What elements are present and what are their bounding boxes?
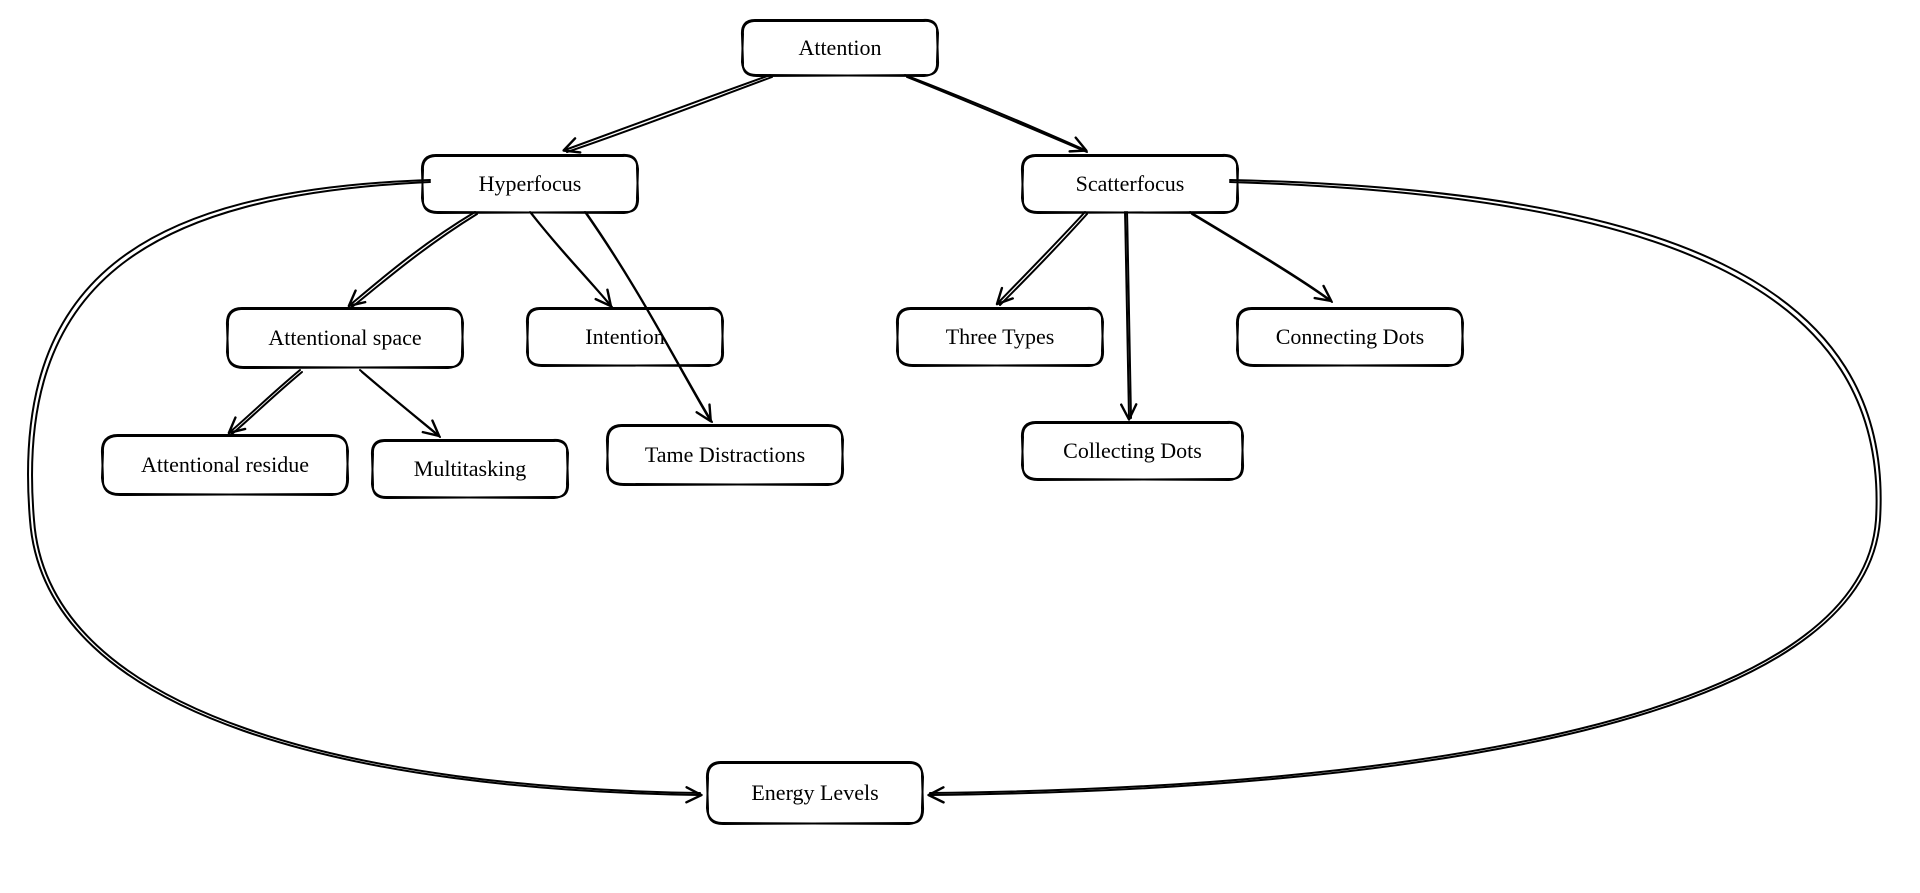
node-label: Attention [798, 35, 881, 61]
node-connecting-dots: Connecting Dots [1235, 306, 1465, 368]
node-label: Scatterfocus [1076, 171, 1185, 197]
edge-attentionalspace-attentionalresidue [230, 370, 300, 432]
node-attentional-space: Attentional space [225, 306, 465, 370]
node-multitasking: Multitasking [370, 438, 570, 500]
node-scatterfocus: Scatterfocus [1020, 153, 1240, 215]
node-collecting-dots: Collecting Dots [1020, 420, 1245, 482]
node-label: Collecting Dots [1063, 438, 1202, 464]
edge-scatterfocus-energylevels [930, 180, 1881, 795]
node-attentional-residue: Attentional residue [100, 433, 350, 497]
node-label: Connecting Dots [1276, 324, 1425, 350]
node-intention: Intention [525, 306, 725, 368]
node-label: Three Types [946, 324, 1055, 350]
node-label: Tame Distractions [645, 442, 805, 468]
node-label: Attentional space [268, 325, 421, 351]
node-label: Energy Levels [751, 780, 878, 806]
edge-scatterfocus-threetypes [998, 212, 1085, 303]
node-three-types: Three Types [895, 306, 1105, 368]
node-label: Multitasking [414, 456, 526, 482]
node-label: Hyperfocus [479, 171, 582, 197]
node-label: Intention [585, 324, 664, 350]
node-label: Attentional residue [141, 452, 309, 478]
node-hyperfocus: Hyperfocus [420, 153, 640, 215]
edge-attention-hyperfocus [565, 75, 770, 150]
node-attention: Attention [740, 18, 940, 78]
node-tame-distractions: Tame Distractions [605, 423, 845, 487]
node-energy-levels: Energy Levels [705, 760, 925, 826]
